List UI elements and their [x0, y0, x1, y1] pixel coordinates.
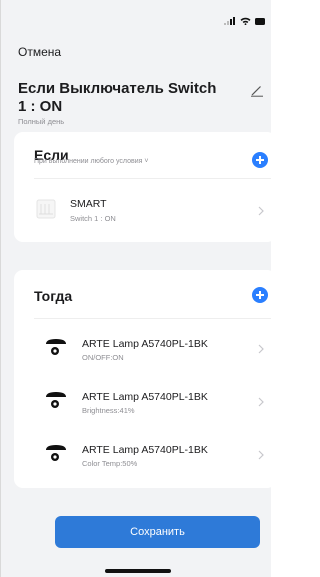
chevron-right-icon: [258, 206, 264, 216]
add-action-button[interactable]: [252, 287, 268, 303]
if-section-card: Если При выполнении любого условия ˅ SMA…: [14, 132, 271, 242]
action-device-name: ARTE Lamp A5740PL-1BK: [82, 391, 208, 403]
battery-icon: [255, 17, 265, 25]
screen: Отмена Если Выключатель Switch 1 : ON По…: [0, 0, 271, 577]
cellular-signal-icon: [224, 17, 235, 25]
action-detail: Color Temp:50%: [82, 459, 138, 468]
wifi-icon: [240, 17, 251, 25]
condition-device-name: SMART: [70, 198, 107, 210]
action-row[interactable]: ARTE Lamp A5740PL-1BK Color Temp:50%: [14, 434, 271, 480]
cancel-button[interactable]: Отмена: [18, 45, 61, 59]
lamp-icon: [46, 339, 66, 355]
action-device-name: ARTE Lamp A5740PL-1BK: [82, 444, 208, 456]
divider: [34, 318, 271, 319]
lamp-icon: [46, 445, 66, 461]
action-row[interactable]: ARTE Lamp A5740PL-1BK ON/OFF:ON: [14, 328, 271, 374]
then-section-title: Тогда: [34, 288, 73, 304]
chevron-right-icon: [258, 397, 264, 407]
lamp-icon: [46, 392, 66, 408]
action-device-name: ARTE Lamp A5740PL-1BK: [82, 338, 208, 350]
action-detail: ON/OFF:ON: [82, 353, 124, 362]
frame-edge: [0, 0, 1, 577]
status-icons: [224, 17, 265, 25]
home-indicator: [105, 569, 171, 573]
condition-detail: Switch 1 : ON: [70, 214, 116, 223]
edit-pencil-icon[interactable]: [250, 83, 264, 97]
then-section-card: Тогда ARTE Lamp A5740PL-1BK ON/OFF:ON AR…: [14, 270, 271, 488]
divider: [34, 178, 271, 179]
chevron-right-icon: [258, 344, 264, 354]
condition-row[interactable]: SMART Switch 1 : ON: [14, 190, 271, 236]
action-row[interactable]: ARTE Lamp A5740PL-1BK Brightness:41%: [14, 381, 271, 427]
scene-title: Если Выключатель Switch 1 : ON: [18, 80, 217, 115]
schedule-label[interactable]: Полный день: [18, 117, 64, 126]
smart-switch-icon: [36, 199, 56, 219]
condition-mode-selector[interactable]: При выполнении любого условия ˅: [34, 158, 148, 165]
action-detail: Brightness:41%: [82, 406, 135, 415]
add-condition-button[interactable]: [252, 152, 268, 168]
chevron-right-icon: [258, 450, 264, 460]
save-button[interactable]: Сохранить: [55, 516, 260, 548]
status-bar: [0, 0, 271, 38]
